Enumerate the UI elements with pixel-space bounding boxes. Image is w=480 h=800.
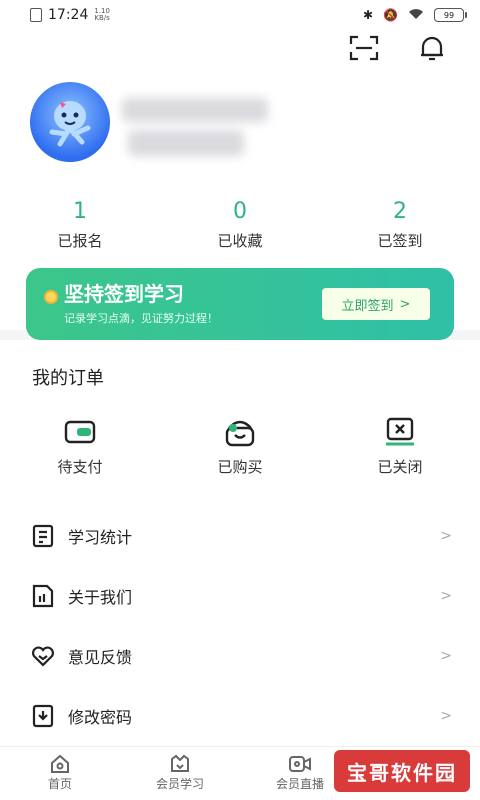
- checkin-subtitle: 记录学习点滴，见证努力过程！: [64, 312, 218, 325]
- orders-title: 我的订单: [32, 368, 104, 389]
- chevron-right-icon: >: [440, 588, 452, 604]
- menu-item-change-password[interactable]: 修改密码 >: [0, 686, 480, 746]
- menu-label: 关于我们: [68, 588, 133, 607]
- scan-button[interactable]: [346, 30, 382, 66]
- info-doc-icon: [32, 584, 54, 608]
- avatar-mascot-icon: [49, 101, 91, 147]
- tab-label: 首页: [47, 777, 72, 791]
- stat-value: 1: [73, 199, 87, 224]
- stat-label: 已收藏: [217, 232, 263, 250]
- order-label: 待支付: [57, 458, 103, 476]
- stat-label: 已报名: [57, 232, 103, 250]
- menu-label: 修改密码: [68, 708, 133, 727]
- bluetooth-icon: ✱: [362, 8, 374, 22]
- order-label: 已关闭: [377, 458, 423, 476]
- order-closed[interactable]: 已关闭: [320, 416, 480, 477]
- bell-icon: [421, 36, 443, 61]
- orders-section: 我的订单 待支付 已购买 已关闭 学习统计 > 关于我们 > 意见反馈 > 修改…: [0, 340, 480, 746]
- stat-label: 已签到: [377, 232, 423, 250]
- network-speed: 1.10 KB/s: [94, 7, 110, 22]
- live-icon: [289, 756, 311, 772]
- order-pending-payment[interactable]: 待支付: [0, 416, 160, 477]
- status-time: 17:24: [48, 7, 89, 23]
- menu-item-feedback[interactable]: 意见反馈 >: [0, 626, 480, 686]
- closed-order-icon: [386, 417, 414, 446]
- battery-level: 99: [443, 10, 455, 20]
- chevron-right-icon: >: [399, 296, 411, 312]
- menu-label: 学习统计: [68, 528, 133, 547]
- menu-item-study-stats[interactable]: 学习统计 >: [0, 506, 480, 566]
- checkin-banner[interactable]: 坚持签到学习 记录学习点滴，见证努力过程！ 立即签到 >: [26, 268, 454, 340]
- scan-icon: [349, 35, 379, 61]
- stats-doc-icon: [32, 524, 54, 548]
- checkin-button-label: 立即签到: [341, 298, 394, 314]
- stat-registered[interactable]: 1 已报名: [0, 200, 160, 251]
- order-label: 已购买: [217, 458, 263, 476]
- wallet-icon: [64, 420, 96, 444]
- coin-icon: [44, 290, 58, 304]
- watermark-logo: 宝哥软件园: [334, 750, 470, 792]
- home-icon: [51, 754, 69, 773]
- menu-label: 意见反馈: [68, 648, 133, 667]
- stat-favorites[interactable]: 0 已收藏: [160, 200, 320, 251]
- battery-icon: 99: [434, 8, 467, 22]
- stat-value: 2: [393, 199, 407, 224]
- checkin-button[interactable]: 立即签到 >: [322, 288, 430, 320]
- menu-item-about-us[interactable]: 关于我们 >: [0, 566, 480, 626]
- mute-icon: 🔕: [383, 8, 398, 22]
- avatar[interactable]: [30, 82, 110, 162]
- order-purchased[interactable]: 已购买: [160, 416, 320, 477]
- wifi-icon: [408, 8, 424, 23]
- member-study-icon: [171, 754, 189, 772]
- checkin-title: 坚持签到学习: [64, 282, 184, 306]
- sim-icon: [30, 8, 42, 22]
- bag-icon: [225, 420, 255, 447]
- stat-checked-in[interactable]: 2 已签到: [320, 200, 480, 251]
- nickname-blurred: [118, 88, 270, 164]
- stats-row: 1 已报名 0 已收藏 2 已签到: [0, 200, 480, 251]
- chevron-right-icon: >: [440, 648, 452, 664]
- profile-card: 1 已报名 0 已收藏 2 已签到 坚持签到学习 记录学习点滴，见证努力过程！ …: [0, 30, 480, 340]
- tab-member-study[interactable]: 会员学习: [120, 747, 240, 800]
- status-bar: 17:24 1.10 KB/s ✱ 🔕 99: [0, 0, 480, 30]
- chevron-right-icon: >: [440, 708, 452, 724]
- heart-icon: [32, 646, 54, 667]
- chevron-right-icon: >: [440, 528, 452, 544]
- stat-value: 0: [233, 199, 247, 224]
- settings-menu: 学习统计 > 关于我们 > 意见反馈 > 修改密码 >: [0, 506, 480, 746]
- tab-home[interactable]: 首页: [0, 747, 120, 800]
- password-icon: [32, 704, 54, 728]
- tab-label: 会员学习: [155, 777, 204, 791]
- notification-button[interactable]: [414, 30, 450, 66]
